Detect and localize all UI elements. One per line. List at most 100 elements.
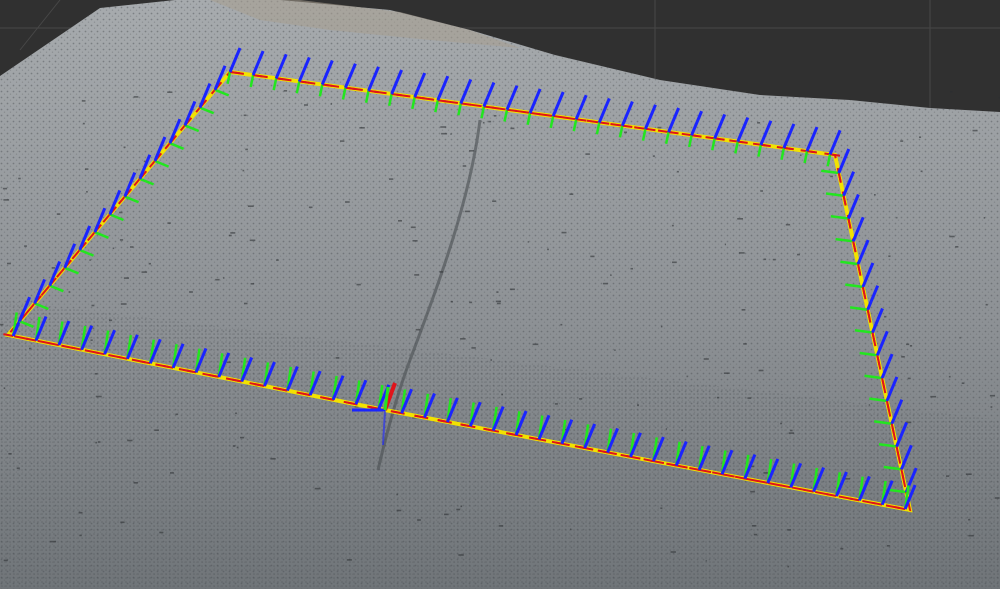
speck: [94, 373, 98, 375]
speck: [283, 90, 288, 92]
speck: [498, 525, 504, 527]
speck: [490, 359, 492, 361]
speck: [462, 165, 467, 167]
speck: [901, 356, 905, 358]
speck: [240, 436, 245, 439]
speck: [741, 309, 746, 311]
speck: [242, 169, 245, 172]
speck: [994, 497, 1000, 499]
speck: [920, 170, 923, 173]
speck: [232, 445, 236, 447]
speck: [249, 239, 256, 242]
speck: [0, 323, 4, 326]
speck: [154, 429, 159, 431]
speck: [167, 91, 173, 93]
speck: [230, 232, 236, 234]
speck: [788, 432, 795, 434]
speck: [244, 302, 248, 305]
speck: [968, 518, 971, 521]
speck: [215, 278, 220, 281]
speck: [724, 243, 726, 246]
speck: [91, 304, 95, 307]
speck: [896, 216, 898, 219]
speck: [18, 177, 21, 180]
speck: [68, 291, 71, 293]
speck: [130, 246, 134, 248]
speck: [753, 533, 758, 536]
speck: [123, 146, 126, 149]
speck: [763, 472, 768, 474]
speck: [763, 258, 767, 261]
pointcloud-scene[interactable]: [0, 0, 1000, 589]
speck: [906, 343, 910, 346]
speck: [123, 277, 129, 279]
speck: [737, 218, 743, 220]
speck: [396, 493, 398, 496]
speck: [676, 170, 679, 173]
speck: [570, 528, 572, 531]
speck: [460, 338, 466, 340]
speck: [439, 271, 444, 273]
speck: [136, 169, 138, 171]
speck: [657, 126, 661, 129]
speck: [492, 200, 497, 202]
speck: [780, 422, 783, 425]
3d-viewport[interactable]: [0, 0, 1000, 589]
speck: [919, 136, 922, 138]
speck: [547, 248, 549, 251]
speck: [444, 513, 449, 516]
speck: [799, 154, 802, 156]
speck: [983, 217, 985, 219]
speck: [148, 262, 151, 265]
speck: [248, 205, 254, 207]
speck: [561, 231, 567, 234]
speck: [630, 267, 633, 270]
speck: [750, 490, 755, 493]
speck: [3, 199, 10, 201]
speck: [488, 120, 492, 123]
speck: [456, 508, 461, 511]
speck: [24, 245, 27, 247]
speck: [671, 224, 674, 227]
speck: [86, 191, 88, 193]
speck: [471, 347, 476, 349]
speck: [652, 155, 655, 157]
speck: [396, 509, 402, 512]
speck: [705, 559, 707, 562]
speck: [250, 283, 255, 285]
speck: [226, 361, 231, 364]
speck: [120, 303, 127, 305]
speck: [189, 291, 193, 293]
speck: [757, 122, 761, 124]
speck: [3, 387, 6, 389]
speck: [772, 258, 776, 261]
speck: [7, 262, 11, 265]
speck: [170, 472, 174, 474]
speck: [243, 114, 247, 117]
speck: [840, 547, 844, 550]
speck: [460, 505, 462, 508]
speck: [78, 511, 83, 514]
speck: [723, 372, 730, 374]
speck: [790, 429, 793, 432]
speck: [681, 429, 683, 432]
speck: [496, 291, 499, 293]
speck: [245, 148, 248, 151]
speck: [469, 150, 475, 152]
speck: [119, 211, 123, 214]
speck: [82, 122, 85, 125]
speck: [554, 403, 558, 405]
speck: [886, 545, 890, 547]
speck: [758, 369, 764, 372]
speck: [590, 255, 595, 258]
speck: [95, 441, 98, 444]
speck: [845, 478, 851, 480]
speck: [603, 282, 608, 285]
speck: [89, 259, 91, 261]
speck: [787, 529, 791, 531]
speck: [56, 213, 61, 215]
speck: [909, 345, 913, 347]
speck: [415, 328, 421, 331]
speck: [497, 302, 501, 305]
speck: [930, 395, 937, 398]
